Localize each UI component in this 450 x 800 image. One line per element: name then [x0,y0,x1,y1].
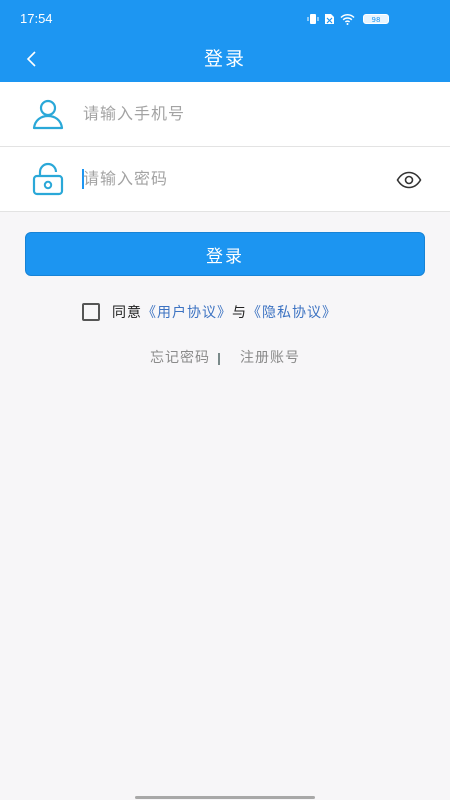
page-title: 登录 [203,48,246,70]
agreement-checkbox[interactable] [82,303,100,321]
agreement-row: 同意 《用户协议》 与 《隐私协议》 [82,300,337,324]
account-links: 忘记密码 注册账号 [0,347,450,367]
user-icon [32,99,64,130]
phone-row [0,82,450,147]
password-row [0,147,450,212]
login-button[interactable]: 登录 [25,232,425,276]
no-sim-icon [324,10,335,29]
eye-icon[interactable] [396,167,422,193]
status-time: 17:54 [20,11,53,26]
forgot-password-link[interactable]: 忘记密码 [150,347,210,367]
vibrate-icon [307,10,319,29]
home-indicator[interactable] [135,796,315,799]
agreement-prefix: 同意 [112,305,142,321]
wifi-icon [340,10,355,29]
app-header: 17:54 98 登录 [0,0,450,82]
password-input[interactable] [83,163,363,193]
agreement-connector: 与 [232,305,247,321]
user-agreement-link[interactable]: 《用户协议》 [142,302,232,322]
lock-icon [32,162,64,196]
battery-icon: 98 [363,14,389,24]
privacy-policy-link[interactable]: 《隐私协议》 [247,302,337,322]
login-form [0,82,450,212]
phone-input[interactable] [83,98,363,128]
register-link[interactable]: 注册账号 [240,347,300,367]
divider [218,353,220,365]
